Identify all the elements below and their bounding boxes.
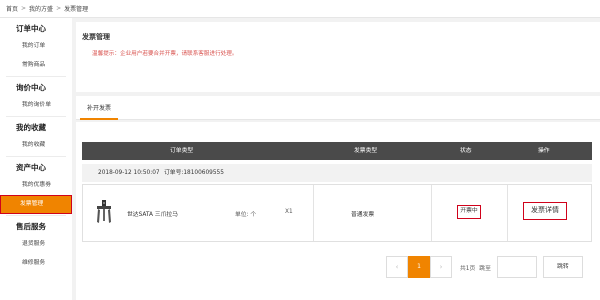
sidebar-item-frequent-products[interactable]: 常购商品 — [0, 56, 72, 75]
prev-page-button[interactable]: ‹ — [386, 256, 408, 278]
divider — [431, 185, 432, 241]
breadcrumb: 首页 > 我的方盛 > 发票管理 — [0, 0, 600, 18]
product-name[interactable]: 世达SATA 三爪拉马 — [127, 209, 178, 218]
page-number-input[interactable] — [496, 256, 537, 278]
sidebar-item-my-inquiries[interactable]: 我的询价单 — [0, 96, 72, 115]
page-header-panel: 发票管理 温馨提示：企业用户若要合并开票，请联系客服进行处理。 — [76, 22, 600, 92]
goto-page-button[interactable]: 跳转 — [542, 256, 583, 278]
divider — [6, 156, 66, 157]
sidebar-group-inquiry: 询价中心 — [16, 83, 46, 92]
divider — [6, 215, 66, 216]
sidebar-group-favorites: 我的收藏 — [16, 123, 46, 132]
sidebar-item-returns[interactable]: 退货服务 — [0, 235, 72, 254]
divider — [6, 116, 66, 117]
table-row: 世达SATA 三爪拉马 单位: 个 X1 普通发票 开票中 发票详情 — [82, 184, 592, 242]
sidebar-item-my-orders[interactable]: 我的订单 — [0, 37, 72, 56]
tab-reissue-invoice[interactable]: 补开发票 — [80, 100, 118, 120]
order-number: 订单号:18100609555 — [164, 170, 224, 176]
product-unit: 单位: 个 — [235, 212, 257, 218]
sidebar-item-my-coupons[interactable]: 我的优惠劵 — [0, 176, 72, 195]
puller-tool-icon — [97, 200, 111, 223]
breadcrumb-separator-icon: > — [56, 5, 62, 12]
sidebar-item-repairs[interactable]: 维修服务 — [0, 254, 72, 273]
table-header: 订单类型 发票类型 状态 操作 — [82, 142, 592, 160]
header-invoice-type: 发票类型 — [354, 148, 378, 154]
breadcrumb-level1[interactable]: 我的方盛 — [29, 4, 53, 13]
page-title: 发票管理 — [82, 33, 110, 41]
divider — [313, 185, 314, 241]
product-image[interactable] — [95, 199, 113, 225]
breadcrumb-separator-icon: > — [21, 5, 27, 12]
sidebar-item-invoice-management[interactable]: 发票管理 — [0, 195, 72, 214]
header-order-type: 订单类型 — [170, 148, 194, 154]
invoice-type: 普通发票 — [351, 212, 375, 218]
product-quantity: X1 — [285, 209, 293, 215]
total-pages: 共1页 — [460, 265, 476, 272]
sidebar: 订单中心 我的订单 常购商品 询价中心 我的询价单 我的收藏 我的收藏 资产中心… — [0, 18, 72, 300]
order-info-row: 2018-09-12 10:50:07 订单号:18100609555 — [82, 164, 592, 182]
header-status: 状态 — [460, 148, 472, 154]
divider — [6, 76, 66, 77]
sidebar-group-assets: 资产中心 — [16, 163, 46, 172]
page-number-current[interactable]: 1 — [408, 256, 430, 278]
order-date: 2018-09-12 10:50:07 — [98, 170, 160, 176]
sidebar-item-my-favorites[interactable]: 我的收藏 — [0, 136, 72, 155]
status-badge: 开票中 — [457, 205, 481, 219]
sidebar-group-orders: 订单中心 — [16, 24, 46, 33]
invoice-detail-button[interactable]: 发票详情 — [523, 202, 567, 220]
breadcrumb-current: 发票管理 — [64, 6, 89, 13]
header-action: 操作 — [538, 148, 550, 154]
next-page-button[interactable]: › — [430, 256, 452, 278]
pagination: ‹ 1 › 共1页 跳至 跳转 — [386, 256, 583, 278]
notice-text: 温馨提示：企业用户若要合并开票，请联系客服进行处理。 — [92, 51, 238, 57]
tabs-bar: 补开发票 — [76, 96, 600, 120]
invoice-table-panel: 订单类型 发票类型 状态 操作 2018-09-12 10:50:07 订单号:… — [76, 122, 600, 300]
goto-label: 跳至 — [479, 265, 491, 272]
breadcrumb-home[interactable]: 首页 — [6, 4, 18, 13]
sidebar-group-after-sales: 售后服务 — [16, 222, 46, 231]
divider — [507, 185, 508, 241]
